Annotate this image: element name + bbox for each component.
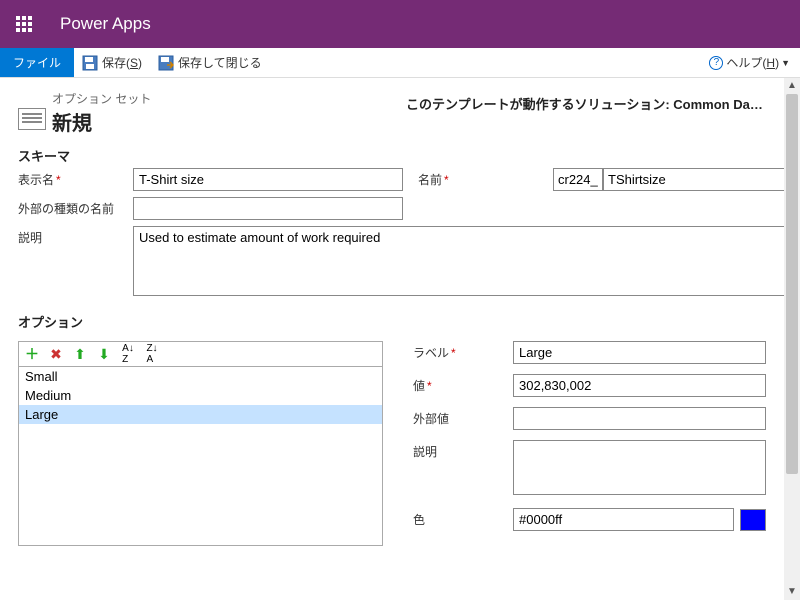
name-suffix-input[interactable] [603, 168, 784, 191]
display-name-input[interactable] [133, 168, 403, 191]
option-value-label: 値* [413, 374, 513, 394]
scroll-thumb[interactable] [786, 94, 798, 474]
sort-asc-icon: A↓Z [122, 343, 134, 365]
schema-heading: スキーマ [18, 146, 766, 165]
file-tab[interactable]: ファイル [0, 48, 74, 77]
option-label-label: ラベル* [413, 341, 513, 361]
help-button[interactable]: ? ヘルプ(H) ▼ [699, 48, 800, 77]
options-list[interactable]: Small Medium Large [18, 366, 383, 546]
display-name-label: 表示名* [18, 168, 118, 188]
options-toolbar: ＋ ✖ ⬆ ⬇ A↓Z Z↓A [18, 341, 383, 366]
option-color-input[interactable] [513, 508, 734, 531]
delete-option-button[interactable]: ✖ [47, 345, 65, 363]
external-name-label: 外部の種類の名前 [18, 197, 118, 217]
move-up-button[interactable]: ⬆ [71, 345, 89, 363]
delete-icon: ✖ [50, 346, 62, 363]
record-type-label: オプション セット [52, 88, 406, 107]
help-icon: ? [709, 56, 723, 70]
external-name-input[interactable] [133, 197, 403, 220]
save-button[interactable]: 保存(S) [74, 48, 150, 77]
scroll-down-button[interactable]: ▼ [784, 584, 800, 600]
option-external-value-input[interactable] [513, 407, 766, 430]
sort-desc-button[interactable]: Z↓A [143, 345, 161, 363]
sort-desc-icon: Z↓A [146, 343, 157, 365]
save-label: 保存(S) [102, 54, 142, 71]
waffle-icon [16, 16, 32, 32]
option-label-input[interactable] [513, 341, 766, 364]
optionset-icon [18, 108, 46, 130]
help-label: ヘルプ(H) [726, 54, 779, 71]
save-icon [82, 55, 98, 71]
name-prefix-input[interactable] [553, 168, 603, 191]
app-title: Power Apps [48, 14, 151, 34]
sort-asc-button[interactable]: A↓Z [119, 345, 137, 363]
name-input-group [553, 168, 784, 191]
option-value-input[interactable] [513, 374, 766, 397]
record-name: 新規 [52, 107, 406, 136]
option-external-value-label: 外部値 [413, 407, 513, 427]
chevron-down-icon: ▼ [781, 58, 790, 68]
save-and-close-button[interactable]: 保存して閉じる [150, 48, 270, 77]
move-down-button[interactable]: ⬇ [95, 345, 113, 363]
content-area: オプション セット 新規 このテンプレートが動作するソリューション: Commo… [0, 78, 784, 600]
option-description-label: 説明 [413, 440, 513, 460]
vertical-scrollbar[interactable]: ▲ ▼ [784, 78, 800, 600]
save-close-label: 保存して閉じる [178, 54, 262, 71]
option-item[interactable]: Small [19, 367, 382, 386]
ribbon: ファイル 保存(S) 保存して閉じる ? ヘルプ(H) ▼ [0, 48, 800, 78]
option-item[interactable]: Medium [19, 386, 382, 405]
scroll-up-button[interactable]: ▲ [784, 78, 800, 94]
option-color-label: 色 [413, 508, 513, 528]
arrow-up-icon: ⬆ [74, 346, 86, 363]
arrow-down-icon: ⬇ [98, 346, 110, 363]
option-description-input[interactable] [513, 440, 766, 495]
option-detail-panel: ラベル* 値* 外部値 説明 色 [413, 341, 766, 546]
name-label: 名前* [418, 168, 538, 188]
color-swatch[interactable] [740, 509, 766, 531]
plus-icon: ＋ [25, 344, 39, 364]
save-close-icon [158, 55, 174, 71]
option-item[interactable]: Large [19, 405, 382, 424]
description-label: 説明 [18, 226, 118, 246]
solution-context-label: このテンプレートが動作するソリューション: Common Data Servic… [406, 88, 766, 113]
options-heading: オプション [18, 312, 766, 331]
description-input[interactable]: Used to estimate amount of work required [133, 226, 784, 296]
title-bar: Power Apps [0, 0, 800, 48]
app-launcher-button[interactable] [0, 0, 48, 48]
add-option-button[interactable]: ＋ [23, 345, 41, 363]
